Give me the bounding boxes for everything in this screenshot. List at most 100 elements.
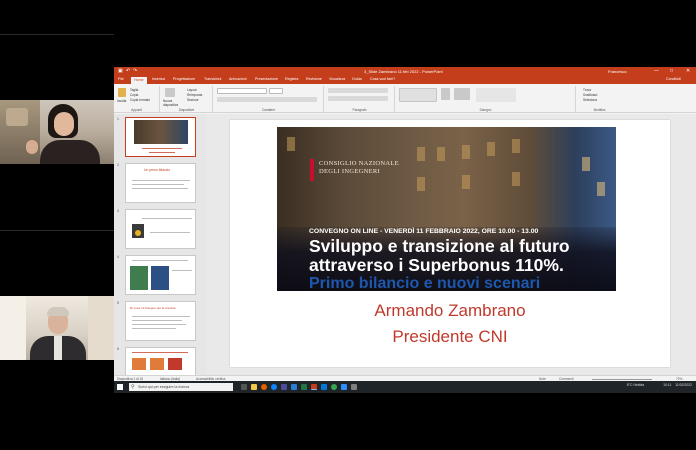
word-icon[interactable] xyxy=(291,384,297,390)
thumbnail-slide-1[interactable] xyxy=(125,117,196,157)
tab-file[interactable]: File xyxy=(118,77,124,81)
powerpoint-window: ▣ ↶ ↷ 3_Slide Zambrano 11 feb 2022 - Pow… xyxy=(114,67,696,393)
tab-help[interactable]: Guida xyxy=(352,77,362,81)
group-font: Carattere xyxy=(214,86,324,112)
thumbnail-slide-4[interactable] xyxy=(125,255,196,295)
save-icon[interactable]: ▣ xyxy=(118,68,123,74)
thumbnail-slide-2[interactable]: Un primo bilancio xyxy=(125,163,196,203)
quick-styles-icon[interactable] xyxy=(454,88,470,100)
video-tile-border xyxy=(0,34,114,35)
building-window xyxy=(462,175,470,189)
group-label: Paragrafo xyxy=(352,108,367,112)
replace-button[interactable]: Sostituisci xyxy=(583,93,597,97)
undo-icon[interactable]: ↶ xyxy=(126,68,130,74)
excel-icon[interactable] xyxy=(301,384,307,390)
cni-logo-mark xyxy=(310,159,314,181)
tab-home[interactable]: Home xyxy=(131,77,147,84)
powerpoint-icon[interactable] xyxy=(311,384,317,390)
tab-transitions[interactable]: Transizioni xyxy=(204,77,221,81)
thumb-text-line xyxy=(142,218,192,219)
tell-me-search[interactable]: Cosa vuoi fare? xyxy=(370,77,395,81)
tab-design[interactable]: Progettazione xyxy=(173,77,195,81)
group-clipboard: Incolla Taglia Copia Copia formato Appun… xyxy=(114,86,160,112)
thumbnail-slide-5[interactable]: Di cosa c'è bisogno per la crescita xyxy=(125,301,196,341)
shape-format-options[interactable] xyxy=(476,88,516,102)
minimize-button[interactable]: — xyxy=(654,68,659,74)
arrange-icon[interactable] xyxy=(441,88,450,100)
thumb-number: 6 xyxy=(117,347,119,351)
thumb-box xyxy=(150,358,164,370)
outlook-icon[interactable] xyxy=(321,384,327,390)
user-name[interactable]: Francesco xyxy=(608,69,627,74)
new-slide-button[interactable]: Nuova diapositiva xyxy=(163,99,183,107)
tab-slideshow[interactable]: Presentazione xyxy=(255,77,278,81)
thumb-box xyxy=(168,358,182,370)
share-button[interactable]: Condividi xyxy=(666,77,681,81)
chrome-icon[interactable] xyxy=(331,384,337,390)
clock-time[interactable]: 10:11 xyxy=(663,383,671,387)
thumbnail-slide-3[interactable] xyxy=(125,209,196,249)
task-view-icon[interactable] xyxy=(241,384,247,390)
thumb-image xyxy=(151,266,169,290)
participant-video-woman[interactable] xyxy=(0,100,114,164)
tab-insert[interactable]: Inserisci xyxy=(152,77,165,81)
thumb-title: Di cosa c'è bisogno per la crescita xyxy=(130,306,176,310)
font-formatting-buttons[interactable] xyxy=(217,97,317,102)
weather-indicator[interactable]: 8°C Nebbia xyxy=(627,383,644,387)
system-tray: 8°C Nebbia 10:11 11/02/2022 xyxy=(627,383,692,387)
alignment-buttons[interactable] xyxy=(328,96,388,101)
thumb-number: 3 xyxy=(117,209,119,213)
taskbar-search-input[interactable]: ⚲ Scrivi qui per eseguire la ricerca xyxy=(129,383,233,391)
speaker-role: Presidente CNI xyxy=(392,327,508,346)
thumb-number: 1 xyxy=(117,117,119,121)
tab-review[interactable]: Revisione xyxy=(306,77,322,81)
building-window xyxy=(287,137,295,151)
group-editing: Trova Sostituisci Seleziona Modifica xyxy=(577,86,622,112)
windows-start-icon[interactable] xyxy=(117,384,123,390)
thumb-text-line xyxy=(142,148,182,149)
building-window xyxy=(597,182,605,196)
redo-icon[interactable]: ↷ xyxy=(133,68,137,74)
list-buttons[interactable] xyxy=(328,88,388,93)
shapes-gallery[interactable] xyxy=(399,88,437,102)
tab-animations[interactable]: Animazioni xyxy=(229,77,247,81)
group-paragraph: Paragrafo xyxy=(325,86,395,112)
layout-button[interactable]: Layout xyxy=(187,88,197,92)
participant-video-man[interactable] xyxy=(0,296,114,360)
font-name-select[interactable] xyxy=(217,88,267,94)
maximize-button[interactable]: □ xyxy=(670,68,673,74)
tab-record[interactable]: Registra xyxy=(285,77,298,81)
reset-button[interactable]: Reimposta xyxy=(187,93,202,97)
format-painter-button[interactable]: Copia formato xyxy=(130,98,150,102)
thumb-text-line xyxy=(132,180,190,181)
tab-view[interactable]: Visualizza xyxy=(329,77,345,81)
edge-icon[interactable] xyxy=(271,384,277,390)
person-face xyxy=(54,112,74,136)
ribbon-home: Incolla Taglia Copia Copia formato Appun… xyxy=(114,84,696,113)
search-placeholder: Scrivi qui per eseguire la ricerca xyxy=(138,385,190,389)
current-slide[interactable]: CONSIGLIO NAZIONALE DEGLI INGEGNERI CONV… xyxy=(230,120,670,367)
zoom-slider[interactable] xyxy=(592,379,652,380)
teams-icon[interactable] xyxy=(281,384,287,390)
section-button[interactable]: Sezione xyxy=(187,98,199,102)
clock-date[interactable]: 11/02/2022 xyxy=(675,383,692,387)
file-explorer-icon[interactable] xyxy=(251,384,257,390)
thumb-image xyxy=(135,230,141,236)
close-button[interactable]: ✕ xyxy=(686,68,690,74)
paste-icon[interactable] xyxy=(118,88,126,97)
new-slide-icon[interactable] xyxy=(165,88,175,97)
app-icon[interactable] xyxy=(351,384,357,390)
cut-button[interactable]: Taglia xyxy=(130,88,138,92)
select-button[interactable]: Seleziona xyxy=(583,98,597,102)
firefox-icon[interactable] xyxy=(261,384,267,390)
thumb-title: Un primo bilancio xyxy=(144,168,171,172)
thumbnail-slide-6[interactable] xyxy=(125,347,196,375)
zoom-app-icon[interactable] xyxy=(341,384,347,390)
find-button[interactable]: Trova xyxy=(583,88,591,92)
font-size-select[interactable] xyxy=(269,88,283,94)
person-shoulders xyxy=(40,140,100,164)
copy-button[interactable]: Copia xyxy=(130,93,138,97)
paste-button[interactable]: Incolla xyxy=(117,99,126,103)
thumb-text-line xyxy=(132,320,182,321)
headline-line2: attraverso i Superbonus 110%. xyxy=(309,255,564,275)
